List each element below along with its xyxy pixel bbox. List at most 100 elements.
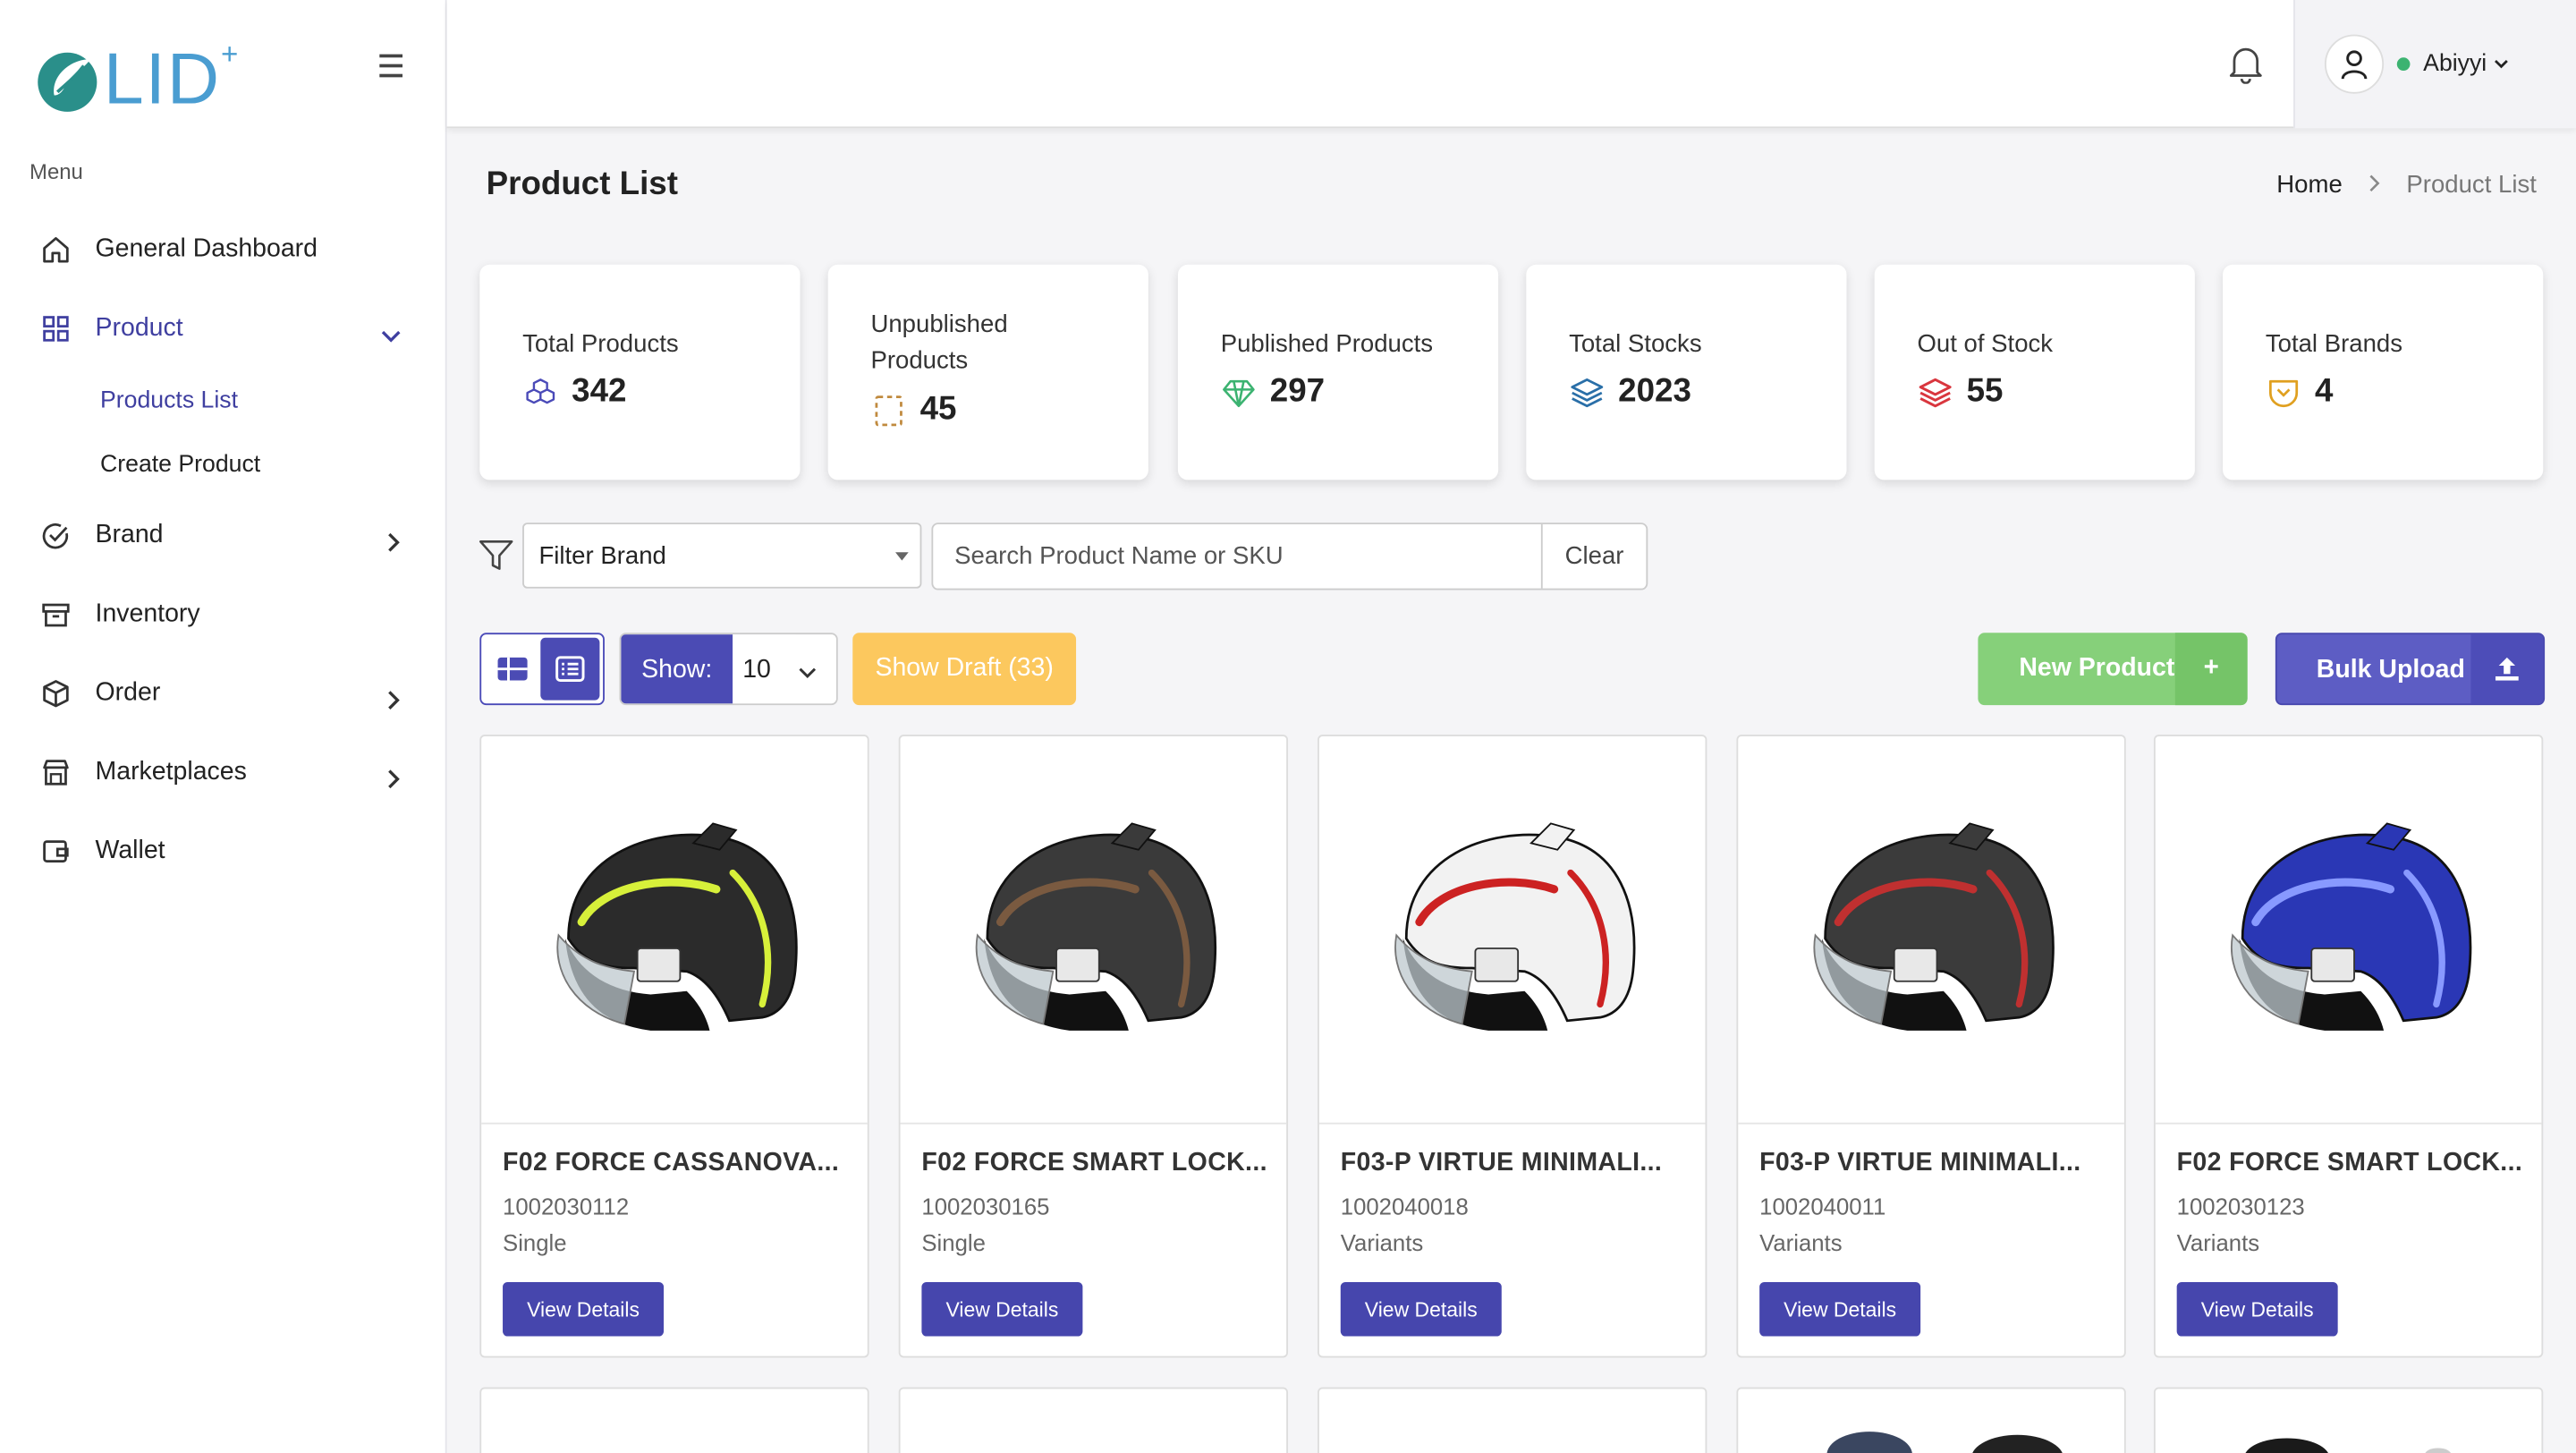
product-sku: 1002040011 bbox=[1759, 1193, 1886, 1220]
stat-label: Total Brands bbox=[2265, 330, 2403, 359]
product-card[interactable] bbox=[1318, 1387, 1707, 1453]
list-view-icon bbox=[555, 656, 585, 683]
stat-label: Total Products bbox=[522, 330, 679, 359]
helmet-image bbox=[1812, 821, 2054, 1030]
list-view-button[interactable] bbox=[540, 637, 600, 701]
show-label: Show: bbox=[621, 634, 733, 704]
view-details-button[interactable]: View Details bbox=[1759, 1281, 1921, 1337]
user-menu[interactable]: Abiyyi bbox=[2293, 0, 2576, 129]
product-image[interactable] bbox=[900, 736, 1287, 1125]
sidebar-item-label: Order bbox=[95, 678, 161, 707]
product-card[interactable]: F03-P VIRTUE MINIMALI... 1002040018 Varian… bbox=[1318, 735, 1707, 1358]
view-toggle bbox=[479, 633, 605, 706]
stat-value: 342 bbox=[572, 373, 627, 410]
product-card[interactable] bbox=[1736, 1387, 2126, 1453]
product-card[interactable]: F02 FORCE CASSANOVA... 1002030112 Single Vi… bbox=[479, 735, 869, 1358]
product-name[interactable]: F02 FORCE SMART LOCK... bbox=[2177, 1149, 2530, 1178]
product-name[interactable]: F02 FORCE CASSANOVA... bbox=[503, 1149, 856, 1178]
product-card[interactable]: F03-P VIRTUE MINIMALI... 1002040011 Varian… bbox=[1736, 735, 2126, 1358]
product-card[interactable]: F02 FORCE SMART LOCK... 1002030165 Single V… bbox=[898, 735, 1288, 1358]
logo-mark-icon bbox=[38, 52, 97, 112]
view-details-button[interactable]: View Details bbox=[503, 1281, 665, 1337]
filter-brand-select[interactable]: Filter Brand bbox=[522, 523, 922, 589]
stat-card-published-products: Published Products 297 bbox=[1177, 264, 1499, 480]
stat-value: 4 bbox=[2314, 373, 2334, 410]
top-bar: Abiyyi bbox=[446, 0, 2576, 129]
sidebar-subitem-products-list[interactable]: Products List bbox=[100, 388, 238, 414]
sidebar-item-label: Product bbox=[95, 313, 183, 343]
notification-bell-icon[interactable] bbox=[2228, 45, 2264, 92]
show-value: 10 bbox=[742, 656, 771, 684]
grid-view-button[interactable] bbox=[481, 634, 542, 703]
stat-label: Published Products bbox=[1220, 330, 1434, 359]
clear-button[interactable]: Clear bbox=[1540, 524, 1647, 589]
product-card[interactable] bbox=[479, 1387, 869, 1453]
sidebar-item-label: Marketplaces bbox=[95, 757, 247, 786]
product-name[interactable]: F02 FORCE SMART LOCK... bbox=[921, 1149, 1275, 1178]
filter-brand-value: Filter Brand bbox=[538, 542, 666, 571]
product-name[interactable]: F03-P VIRTUE MINIMALI... bbox=[1759, 1149, 2113, 1178]
breadcrumb: Home Product List bbox=[2276, 171, 2537, 199]
sidebar-item-label: Wallet bbox=[95, 837, 165, 865]
stat-label: Total Stocks bbox=[1569, 330, 1702, 359]
product-image[interactable] bbox=[1738, 736, 2124, 1125]
box-icon bbox=[39, 677, 72, 710]
sidebar-subitem-create-product[interactable]: Create Product bbox=[100, 452, 260, 478]
stat-value: 297 bbox=[1269, 373, 1326, 410]
show-draft-button[interactable]: Show Draft (33) bbox=[852, 633, 1077, 706]
sidebar-item-label: Brand bbox=[95, 521, 164, 549]
hamburger-menu-icon[interactable] bbox=[371, 47, 411, 83]
product-type: Single bbox=[921, 1229, 986, 1256]
menu-label: Menu bbox=[30, 159, 83, 184]
logo-text: LID bbox=[103, 39, 222, 121]
sidebar-item-product[interactable]: Product bbox=[39, 304, 417, 353]
product-type: Variants bbox=[2176, 1229, 2260, 1256]
view-details-button[interactable]: View Details bbox=[921, 1281, 1083, 1337]
caret-down-icon bbox=[895, 552, 909, 561]
stat-card-out-of-stock: Out of Stock 55 bbox=[1874, 264, 2195, 480]
check-circle-icon bbox=[39, 520, 72, 553]
username: Abiyyi bbox=[2423, 50, 2487, 78]
page-size-select[interactable]: Show: 10 bbox=[619, 633, 838, 706]
product-name[interactable]: F03-P VIRTUE MINIMALI... bbox=[1341, 1149, 1694, 1178]
chevron-right-icon bbox=[387, 531, 401, 560]
product-type: Variants bbox=[1759, 1229, 1843, 1256]
product-sku: 1002030112 bbox=[503, 1193, 630, 1220]
product-sku: 1002040018 bbox=[1340, 1193, 1469, 1220]
product-image[interactable] bbox=[2155, 736, 2542, 1125]
chevron-right-icon bbox=[387, 689, 401, 718]
diamond-icon bbox=[1221, 374, 1257, 410]
chevron-down-icon bbox=[381, 322, 401, 352]
dashed-box-icon bbox=[870, 392, 906, 428]
sidebar-item-order[interactable]: Order bbox=[39, 669, 417, 718]
view-details-button[interactable]: View Details bbox=[2176, 1281, 2338, 1337]
breadcrumb-home[interactable]: Home bbox=[2276, 171, 2342, 199]
sidebar-item-label: Inventory bbox=[95, 599, 200, 628]
sidebar-item-inventory[interactable]: Inventory bbox=[39, 591, 417, 640]
helmet-image bbox=[974, 821, 1216, 1030]
sidebar-item-wallet[interactable]: Wallet bbox=[39, 827, 417, 876]
product-card[interactable] bbox=[2153, 1387, 2544, 1453]
sidebar-item-label: General Dashboard bbox=[95, 234, 318, 263]
user-icon bbox=[2341, 50, 2368, 80]
chevron-down-icon bbox=[799, 658, 817, 687]
app-logo[interactable]: LID + bbox=[35, 37, 238, 121]
product-image[interactable] bbox=[1318, 736, 1706, 1125]
view-details-button[interactable]: View Details bbox=[1340, 1281, 1502, 1337]
avatar bbox=[2324, 34, 2385, 94]
search-input[interactable]: Search Product Name or SKU Clear bbox=[931, 523, 1648, 591]
sidebar-item-brand[interactable]: Brand bbox=[39, 511, 417, 560]
home-icon bbox=[39, 234, 72, 267]
bulk-upload-button[interactable]: Bulk Upload bbox=[2275, 633, 2546, 706]
product-image[interactable] bbox=[481, 736, 868, 1125]
product-card[interactable] bbox=[898, 1387, 1288, 1453]
online-status-dot bbox=[2396, 57, 2411, 71]
sidebar-item-general-dashboard[interactable]: General Dashboard bbox=[39, 225, 417, 275]
stack-icon bbox=[1917, 374, 1953, 410]
helmet-image bbox=[1394, 821, 1635, 1030]
product-card[interactable]: F02 FORCE SMART LOCK... 1002030123 Variant… bbox=[2153, 735, 2544, 1358]
new-product-button[interactable]: New Product + bbox=[1978, 633, 2248, 706]
filter-icon[interactable] bbox=[478, 540, 513, 581]
shield-icon bbox=[2266, 374, 2301, 410]
sidebar-item-marketplaces[interactable]: Marketplaces bbox=[39, 748, 417, 797]
